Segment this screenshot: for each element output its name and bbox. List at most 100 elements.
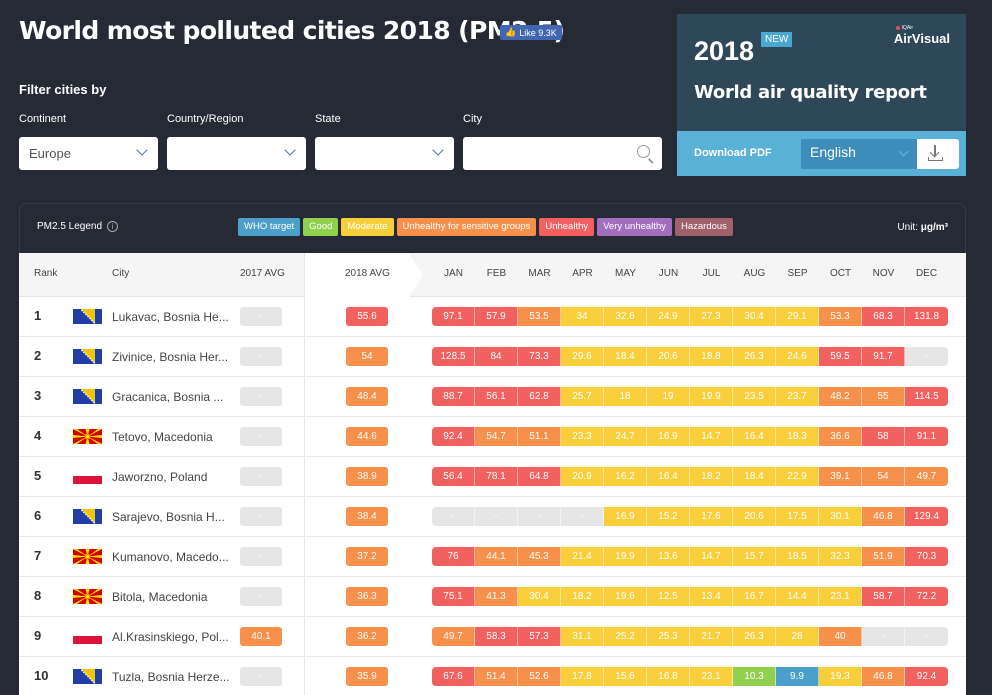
macedonia-flag-icon bbox=[73, 429, 102, 444]
month-value-cell: - bbox=[432, 507, 475, 526]
col-month[interactable]: FEB bbox=[475, 268, 518, 279]
col-month[interactable]: DEC bbox=[905, 268, 948, 279]
col-month[interactable]: JUN bbox=[647, 268, 690, 279]
table-row[interactable]: 7 Kumanovo, Macedo... -37.2 76 44.1 45.3 21.4 1… bbox=[19, 537, 966, 577]
month-value-cell: 18 bbox=[604, 387, 647, 406]
macedonia-flag-icon bbox=[73, 589, 102, 604]
col-month[interactable]: JAN bbox=[432, 268, 475, 279]
month-value-cell: 41.3 bbox=[475, 587, 518, 606]
month-value-cell: 16.7 bbox=[733, 587, 776, 606]
month-value-cell: 20.6 bbox=[647, 347, 690, 366]
city-name-link[interactable]: Tuzla, Bosnia Herze... bbox=[112, 670, 230, 684]
month-value-cell: 18.3 bbox=[776, 427, 819, 446]
city-name-link[interactable]: Bitola, Macedonia bbox=[112, 590, 207, 604]
col-avg2017[interactable]: 2017 AVG bbox=[240, 268, 285, 279]
col-month[interactable]: MAY bbox=[604, 268, 647, 279]
table-row[interactable]: 1 Lukavac, Bosnia He... -55.6 97.1 57.9 53.5 3… bbox=[19, 297, 966, 337]
city-name-link[interactable]: Sarajevo, Bosnia H... bbox=[112, 510, 225, 524]
search-icon[interactable] bbox=[637, 145, 650, 158]
city-name-link[interactable]: Zivinice, Bosnia Her... bbox=[112, 350, 228, 364]
col-month[interactable]: APR bbox=[561, 268, 604, 279]
avg-2017-badge: - bbox=[240, 547, 282, 566]
month-value-cell: 51.9 bbox=[862, 547, 905, 566]
language-select[interactable]: English bbox=[801, 139, 917, 169]
month-value-cell: 23.3 bbox=[561, 427, 604, 446]
month-value-cell: 14.7 bbox=[690, 547, 733, 566]
continent-select[interactable]: Europe bbox=[19, 137, 158, 170]
month-value-cell: 19.9 bbox=[604, 547, 647, 566]
avg-2017-badge: - bbox=[240, 507, 282, 526]
facebook-like-button[interactable]: 👍 Like 9.3K bbox=[500, 25, 562, 40]
month-value-cell: 30.4 bbox=[518, 587, 561, 606]
bosnia-flag-icon bbox=[73, 309, 102, 324]
table-row[interactable]: 5 Jaworzno, Poland -38.9 56.4 78.1 64.8 20.9 16… bbox=[19, 457, 966, 497]
month-value-cell: 18.8 bbox=[690, 347, 733, 366]
avg-2018-badge: 36.2 bbox=[346, 627, 388, 646]
month-value-cell: 18.2 bbox=[561, 587, 604, 606]
col-month[interactable]: AUG bbox=[733, 268, 776, 279]
month-value-cell: 16.9 bbox=[604, 507, 647, 526]
col-month[interactable]: SEP bbox=[776, 268, 819, 279]
col-city[interactable]: City bbox=[112, 268, 129, 279]
chevron-down-icon bbox=[898, 146, 909, 157]
month-value-cell: 22.9 bbox=[776, 467, 819, 486]
month-value-cell: 64.8 bbox=[518, 467, 561, 486]
legend-items: WHO target Good Moderate Unhealthy for sens… bbox=[238, 218, 733, 236]
avg-2018-badge: 54 bbox=[346, 347, 388, 366]
table-row[interactable]: 8 Bitola, Macedonia -36.3 75.1 41.3 30.4 18.2 1… bbox=[19, 577, 966, 617]
monthly-values: 76 44.1 45.3 21.4 19.9 13.6 14.7 15.7 18.5 32.3 51… bbox=[432, 547, 948, 566]
month-value-cell: 23.1 bbox=[690, 667, 733, 686]
month-value-cell: 19.6 bbox=[604, 587, 647, 606]
month-value-cell: 20.9 bbox=[561, 467, 604, 486]
monthly-values: - - - -16.9 15.2 17.6 20.6 17.5 30.1 46.8 129.4 bbox=[432, 507, 948, 526]
col-rank[interactable]: Rank bbox=[34, 268, 57, 279]
city-search-input[interactable] bbox=[463, 137, 662, 170]
month-value-cell: 14.7 bbox=[690, 427, 733, 446]
legend-item: Moderate bbox=[341, 218, 394, 236]
state-select[interactable] bbox=[315, 137, 454, 170]
city-name-link[interactable]: Jaworzno, Poland bbox=[112, 470, 207, 484]
filter-title: Filter cities by bbox=[19, 82, 107, 97]
city-name-link[interactable]: Lukavac, Bosnia He... bbox=[112, 310, 229, 324]
col-month[interactable]: NOV bbox=[862, 268, 905, 279]
legend-item: Very unhealthy bbox=[597, 218, 672, 236]
table-row[interactable]: 6 Sarajevo, Bosnia H... -38.4- - - -16.9 15.2 1… bbox=[19, 497, 966, 537]
city-name-link[interactable]: Tetovo, Macedonia bbox=[112, 430, 213, 444]
report-card: 2018 NEW IQAir AirVisual World air quali… bbox=[677, 14, 966, 176]
city-name-link[interactable]: Kumanovo, Macedo... bbox=[112, 550, 229, 564]
month-value-cell: 84 bbox=[475, 347, 518, 366]
avg-2018-badge: 35.9 bbox=[346, 667, 388, 686]
month-value-cell: - bbox=[561, 507, 604, 526]
logo-dot-icon bbox=[895, 26, 900, 30]
table-row[interactable]: 9 Al.Krasinskiego, Pol... 40.1 36.2 49.7 58.3… bbox=[19, 617, 966, 657]
download-button[interactable] bbox=[917, 139, 959, 169]
country-select[interactable] bbox=[167, 137, 306, 170]
month-value-cell: 16.9 bbox=[647, 427, 690, 446]
month-value-cell: 57.3 bbox=[518, 627, 561, 646]
col-avg2018[interactable]: 2018 AVG bbox=[345, 268, 390, 279]
legend-item: Good bbox=[303, 218, 339, 236]
month-value-cell: 17.8 bbox=[561, 667, 604, 686]
table-header: Rank City 2017 AVG 2018 AVG JAN FEB MAR APR… bbox=[19, 253, 966, 297]
col-month[interactable]: MAR bbox=[518, 268, 561, 279]
month-value-cell: 27.3 bbox=[690, 307, 733, 326]
table-row[interactable]: 10 Tuzla, Bosnia Herze... - 35.9 67.6 51.4 52.… bbox=[19, 657, 966, 695]
col-month[interactable]: OCT bbox=[819, 268, 862, 279]
rank-number: 2 bbox=[34, 348, 42, 363]
table-row[interactable]: 2 Zivinice, Bosnia Her... -54 128.5 84 73.3 29… bbox=[19, 337, 966, 377]
info-icon[interactable]: i bbox=[107, 221, 119, 232]
month-value-cell: 56.4 bbox=[432, 467, 475, 486]
city-name-link[interactable]: Al.Krasinskiego, Pol... bbox=[112, 630, 229, 644]
month-value-cell: 58.7 bbox=[862, 587, 905, 606]
table-row[interactable]: 3 Gracanica, Bosnia ... -48.4 88.7 56.1 62.8 2… bbox=[19, 377, 966, 417]
month-value-cell: 44.1 bbox=[475, 547, 518, 566]
month-value-cell: 58 bbox=[862, 427, 905, 446]
month-value-cell: 36.6 bbox=[819, 427, 862, 446]
legend-title: PM2.5 Legend i bbox=[37, 221, 119, 232]
table-row[interactable]: 4 Tetovo, Macedonia - 44.6 92.4 54.7 51.1 23.3 2… bbox=[19, 417, 966, 457]
month-value-cell: - bbox=[862, 627, 905, 646]
month-value-cell: 15.2 bbox=[647, 507, 690, 526]
col-month[interactable]: JUL bbox=[690, 268, 733, 279]
monthly-values: 128.5 84 73.3 29.6 18.4 20.6 18.8 26.3 24.6 59.5 9… bbox=[432, 347, 948, 366]
city-name-link[interactable]: Gracanica, Bosnia ... bbox=[112, 390, 223, 404]
